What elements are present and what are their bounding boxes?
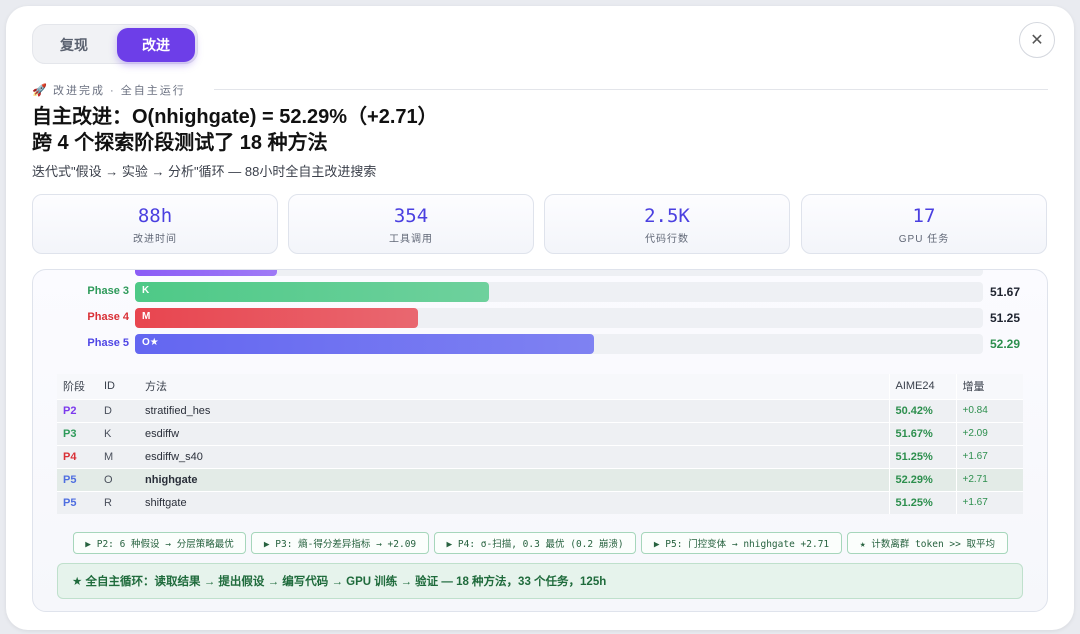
stat-label: 工具调用 [389, 234, 433, 245]
cell-delta: +1.67 [955, 444, 1023, 468]
results-table: 阶段 ID 方法 AIME24 增量 P2 Dstratified_hes 50.4… [57, 374, 1023, 514]
stat-label: 代码行数 [645, 234, 689, 245]
stat-card-gpu-tasks: 17 GPU 任务 [801, 194, 1047, 254]
bar-track: O★ [135, 334, 983, 354]
cell-aime24: 51.25% [888, 444, 956, 468]
bar-row: Phase 2 D 50.42 [33, 269, 1047, 276]
bar-value-label: 52.29 [990, 337, 1021, 351]
table-row[interactable]: P2 Dstratified_hes 50.42% +0.84 [57, 398, 1023, 422]
table-row[interactable]: P3 Kesdiffw 51.67% +2.09 [57, 421, 1023, 445]
stat-card-time: 88h 改进时间 [32, 194, 278, 254]
insight-chip-p3: ▶ P3: 熵-得分差异指标 → +2.09 [251, 532, 429, 554]
insight-chip-outlier: ★ 计数离群 token >> 取平均 [847, 532, 1008, 554]
insight-chip-p5: ▶ P5: 门控变体 → nhighgate +2.71 [641, 532, 842, 554]
stat-label: 改进时间 [133, 234, 177, 245]
tab-reproduce[interactable]: 复现 [36, 28, 112, 62]
cell-method: esdiffw_s40 [139, 444, 889, 468]
cell-delta: +1.67 [955, 490, 1023, 514]
stat-card-tool-calls: 354 工具调用 [288, 194, 534, 254]
stat-card-lines-of-code: 2.5K 代码行数 [544, 194, 790, 254]
cell-phase: P4 [57, 444, 98, 468]
cell-delta: +0.84 [955, 398, 1023, 422]
bar-value-label: 51.67 [990, 285, 1021, 299]
bar-value-label: 51.25 [990, 311, 1021, 325]
col-header-method: 方法 [139, 374, 889, 399]
mode-tab-group: 复现 改进 [32, 24, 198, 64]
cell-id: O [98, 467, 139, 491]
stat-value: 2.5K [644, 205, 690, 227]
cell-id: M [98, 444, 139, 468]
bar-category-label: Phase 4 [87, 311, 129, 323]
cell-phase: P2 [57, 398, 98, 422]
tab-improve[interactable]: 改进 [117, 28, 195, 62]
bar-id-label: K [142, 285, 150, 296]
bar: O★ [135, 334, 594, 354]
page-subtitle: 迭代式"假设 → 实验 → 分析"循环 — 88小时全自主改进搜索 [32, 164, 377, 179]
bar-id-label: O★ [142, 337, 159, 348]
cell-phase: P5 [57, 490, 98, 514]
bar-track: K [135, 282, 983, 302]
cell-aime24: 50.42% [888, 398, 956, 422]
eyebrow-text: 改进完成 · 全自主运行 [52, 85, 186, 97]
stat-value: 88h [137, 205, 173, 227]
bar-row: Phase 5 O★ 52.29 [33, 334, 1047, 354]
cell-aime24: 52.29% [888, 467, 956, 491]
cell-phase: P3 [57, 421, 98, 445]
cell-id: R [98, 490, 139, 514]
stat-value: 354 [393, 205, 429, 227]
title-line-2: 跨 4 个探索阶段测试了 18 种方法 [32, 132, 328, 154]
col-header-aime24: AIME24 [888, 374, 956, 399]
title-line-1: 自主改进：O(nhighgate) = 52.29%（+2.71） [32, 106, 438, 128]
bar-track: M [135, 308, 983, 328]
cell-method: shiftgate [139, 490, 889, 514]
cell-method: esdiffw [139, 421, 889, 445]
bar-category-label: Phase 3 [87, 285, 129, 297]
table-header-row: 阶段 ID 方法 AIME24 增量 [57, 374, 1023, 399]
divider [214, 89, 1048, 90]
cell-method: nhighgate [139, 467, 889, 491]
cell-delta: +2.71 [955, 467, 1023, 491]
bar-id-label: D [142, 269, 149, 270]
cell-phase: P5 [57, 467, 98, 491]
cell-aime24: 51.67% [888, 421, 956, 445]
table-row[interactable]: P5 Rshiftgate 51.25% +1.67 [57, 490, 1023, 514]
col-header-phase: 阶段 [57, 374, 98, 399]
bar-category-label: Phase 2 [87, 270, 129, 271]
stat-value: 17 [912, 205, 936, 227]
rocket-icon: 🚀 [32, 83, 49, 97]
improvement-dialog: 复现 改进 ✕ 🚀 改进完成 · 全自主运行 自主改进：O(nhighgate)… [6, 6, 1074, 630]
cell-delta: +2.09 [955, 421, 1023, 445]
results-panel[interactable]: Phase 2D50.42Phase 3K51.67Phase 4M51.25P… [32, 269, 1048, 612]
bar: D [135, 269, 277, 276]
cell-id: K [98, 421, 139, 445]
bar-id-label: M [142, 311, 151, 322]
bar: M [135, 308, 418, 328]
close-button[interactable]: ✕ [1019, 22, 1055, 58]
table-row[interactable]: P5 Onhighgate 52.29% +2.71 [57, 467, 1023, 491]
page-title: 自主改进：O(nhighgate) = 52.29%（+2.71） 跨 4 个探… [32, 104, 438, 156]
close-icon: ✕ [1030, 32, 1044, 49]
cell-id: D [98, 398, 139, 422]
autonomous-loop-banner: ★ 全自主循环：读取结果 → 提出假设 → 编写代码 → GPU 训练 → 验证… [57, 563, 1023, 599]
bar: K [135, 282, 489, 302]
bar-category-label: Phase 5 [87, 337, 129, 349]
bar-row: Phase 3 K 51.67 [33, 282, 1047, 302]
bar-value-label: 50.42 [990, 270, 1020, 273]
cell-aime24: 51.25% [888, 490, 956, 514]
stat-label: GPU 任务 [898, 234, 950, 245]
bar-row: Phase 4 M 51.25 [33, 308, 1047, 328]
status-eyebrow: 🚀 改进完成 · 全自主运行 [32, 82, 186, 98]
col-header-id: ID [98, 374, 139, 399]
bar-track: D [135, 269, 983, 276]
cell-method: stratified_hes [139, 398, 889, 422]
insight-chip-p4: ▶ P4: σ-扫描, 0.3 最优 (0.2 崩溃) [434, 532, 636, 554]
table-row[interactable]: P4 Mesdiffw_s40 51.25% +1.67 [57, 444, 1023, 468]
col-header-delta: 增量 [955, 374, 1023, 399]
insight-chip-p2: ▶ P2: 6 种假设 → 分层策略最优 [73, 532, 246, 554]
